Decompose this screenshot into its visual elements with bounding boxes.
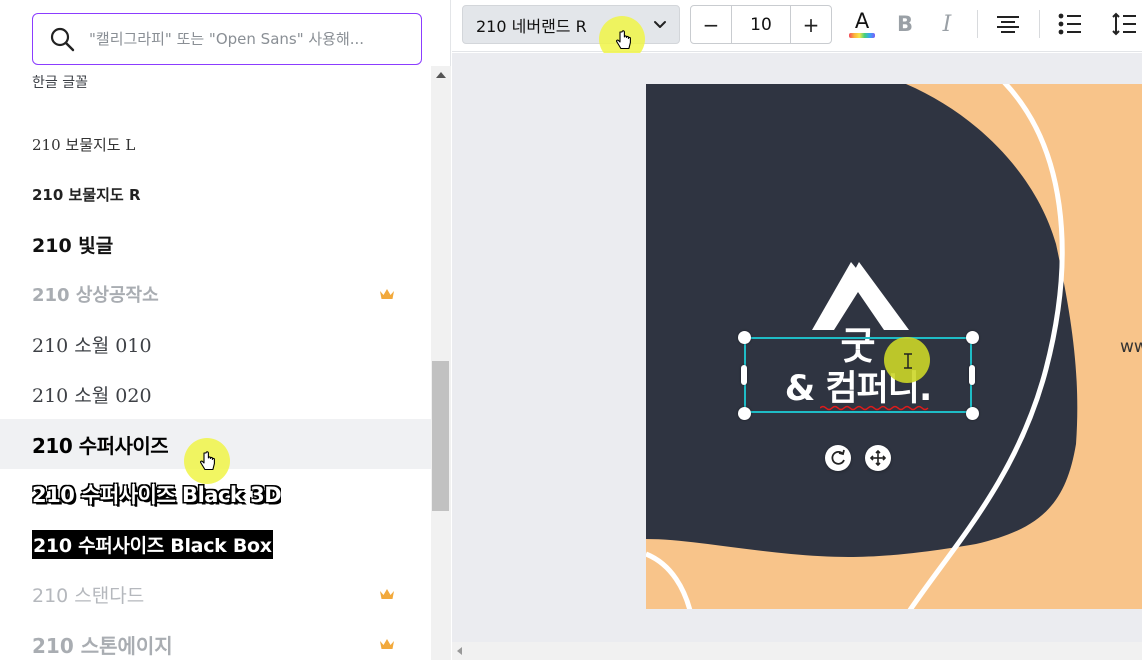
bold-button[interactable]: B xyxy=(889,8,921,40)
font-search-box[interactable] xyxy=(32,13,422,65)
font-name-label: 210 상상공작소 xyxy=(32,285,159,306)
bulleted-list-icon xyxy=(1058,13,1081,35)
line-spacing-button[interactable] xyxy=(1112,8,1142,40)
rotate-button[interactable] xyxy=(825,445,851,471)
font-name-label: 210 소월 010 xyxy=(32,334,152,357)
font-name-label: 210 스톤에이지 xyxy=(32,633,173,658)
font-panel: 한글 글꼴 210 보물지도 L 210 보물지도 R 210 빛글 210 상상공작… xyxy=(0,0,451,660)
resize-handle-left[interactable] xyxy=(741,365,747,385)
canvas-horizontal-scrollbar[interactable] xyxy=(452,642,1142,660)
font-name-label: 210 보물지도 R xyxy=(32,185,141,204)
font-list-item[interactable]: 210 수퍼사이즈 Black Box xyxy=(0,519,431,569)
font-name-label: 210 빛글 xyxy=(32,234,114,257)
toolbar-divider xyxy=(1039,10,1040,38)
resize-handle-right[interactable] xyxy=(969,365,975,385)
text-cursor-icon xyxy=(904,353,912,369)
font-family-dropdown[interactable]: 210 네버랜드 R xyxy=(462,5,680,44)
font-name-label: 210 수퍼사이즈 xyxy=(32,433,169,458)
move-button[interactable] xyxy=(865,445,891,471)
font-list-item[interactable]: 210 스탠다드 xyxy=(0,569,431,619)
font-name-label: 210 소월 020 xyxy=(32,384,152,407)
font-list-item[interactable]: 210 보물지도 L xyxy=(0,119,431,169)
font-name-label: 210 스탠다드 xyxy=(32,584,145,607)
section-heading: 한글 글꼴 xyxy=(32,75,88,91)
italic-button[interactable]: I xyxy=(931,8,963,40)
resize-handle-top-right[interactable] xyxy=(966,331,979,344)
color-stripe xyxy=(849,32,875,38)
font-list-item[interactable]: 210 소월 020 xyxy=(0,369,431,419)
font-name-label: 210 보물지도 L xyxy=(32,135,136,154)
font-search-input[interactable] xyxy=(89,30,421,48)
crown-icon xyxy=(380,289,394,299)
font-family-label: 210 네버랜드 R xyxy=(476,16,587,36)
align-center-icon xyxy=(997,16,1019,33)
scrollbar-thumb[interactable] xyxy=(432,361,449,511)
font-size-input[interactable] xyxy=(731,6,791,43)
font-list-item[interactable]: 210 소월 010 xyxy=(0,319,431,369)
resize-handle-top-left[interactable] xyxy=(738,331,751,344)
scroll-left-arrow-icon[interactable] xyxy=(457,647,462,655)
font-name-label: 210 수퍼사이즈 Black 3D xyxy=(32,483,282,507)
align-center-button[interactable] xyxy=(992,8,1024,40)
line-spacing-icon xyxy=(1112,12,1136,36)
move-icon xyxy=(869,449,887,467)
rotate-icon xyxy=(831,449,845,465)
hand-cursor-icon xyxy=(200,451,215,471)
font-list-item[interactable]: 210 상상공작소 xyxy=(0,269,431,319)
search-icon xyxy=(50,27,75,52)
decrease-font-size-button[interactable]: − xyxy=(691,6,731,43)
text-color-letter: A xyxy=(854,8,870,33)
font-list: 210 보물지도 L 210 보물지도 R 210 빛글 210 상상공작소 210 소… xyxy=(0,119,431,660)
crown-icon xyxy=(380,639,394,649)
bulleted-list-button[interactable] xyxy=(1054,8,1086,40)
text-color-button[interactable]: A xyxy=(846,8,878,40)
increase-font-size-button[interactable]: + xyxy=(791,6,831,43)
resize-handle-bottom-left[interactable] xyxy=(738,407,751,420)
font-size-stepper: − + xyxy=(690,5,832,44)
toolbar-divider xyxy=(977,10,978,38)
website-text[interactable]: ww xyxy=(1120,337,1142,357)
font-panel-scrollbar[interactable] xyxy=(431,66,451,660)
crown-icon xyxy=(380,589,394,599)
chevron-down-icon xyxy=(654,21,666,28)
hand-cursor-icon xyxy=(616,30,631,50)
selection-frame[interactable] xyxy=(744,337,972,413)
resize-handle-bottom-right[interactable] xyxy=(966,407,979,420)
text-toolbar: 210 네버랜드 R − + A B I xyxy=(452,0,1142,62)
font-name-label: 210 수퍼사이즈 Black Box xyxy=(32,529,273,559)
scroll-up-arrow-icon[interactable] xyxy=(436,72,446,78)
canvas-workspace: 굿 & 컴퍼니. ww xyxy=(452,53,1142,660)
font-list-item[interactable]: 210 보물지도 R xyxy=(0,169,431,219)
font-list-item[interactable]: 210 스톤에이지 xyxy=(0,619,431,660)
font-list-item[interactable]: 210 빛글 xyxy=(0,219,431,269)
